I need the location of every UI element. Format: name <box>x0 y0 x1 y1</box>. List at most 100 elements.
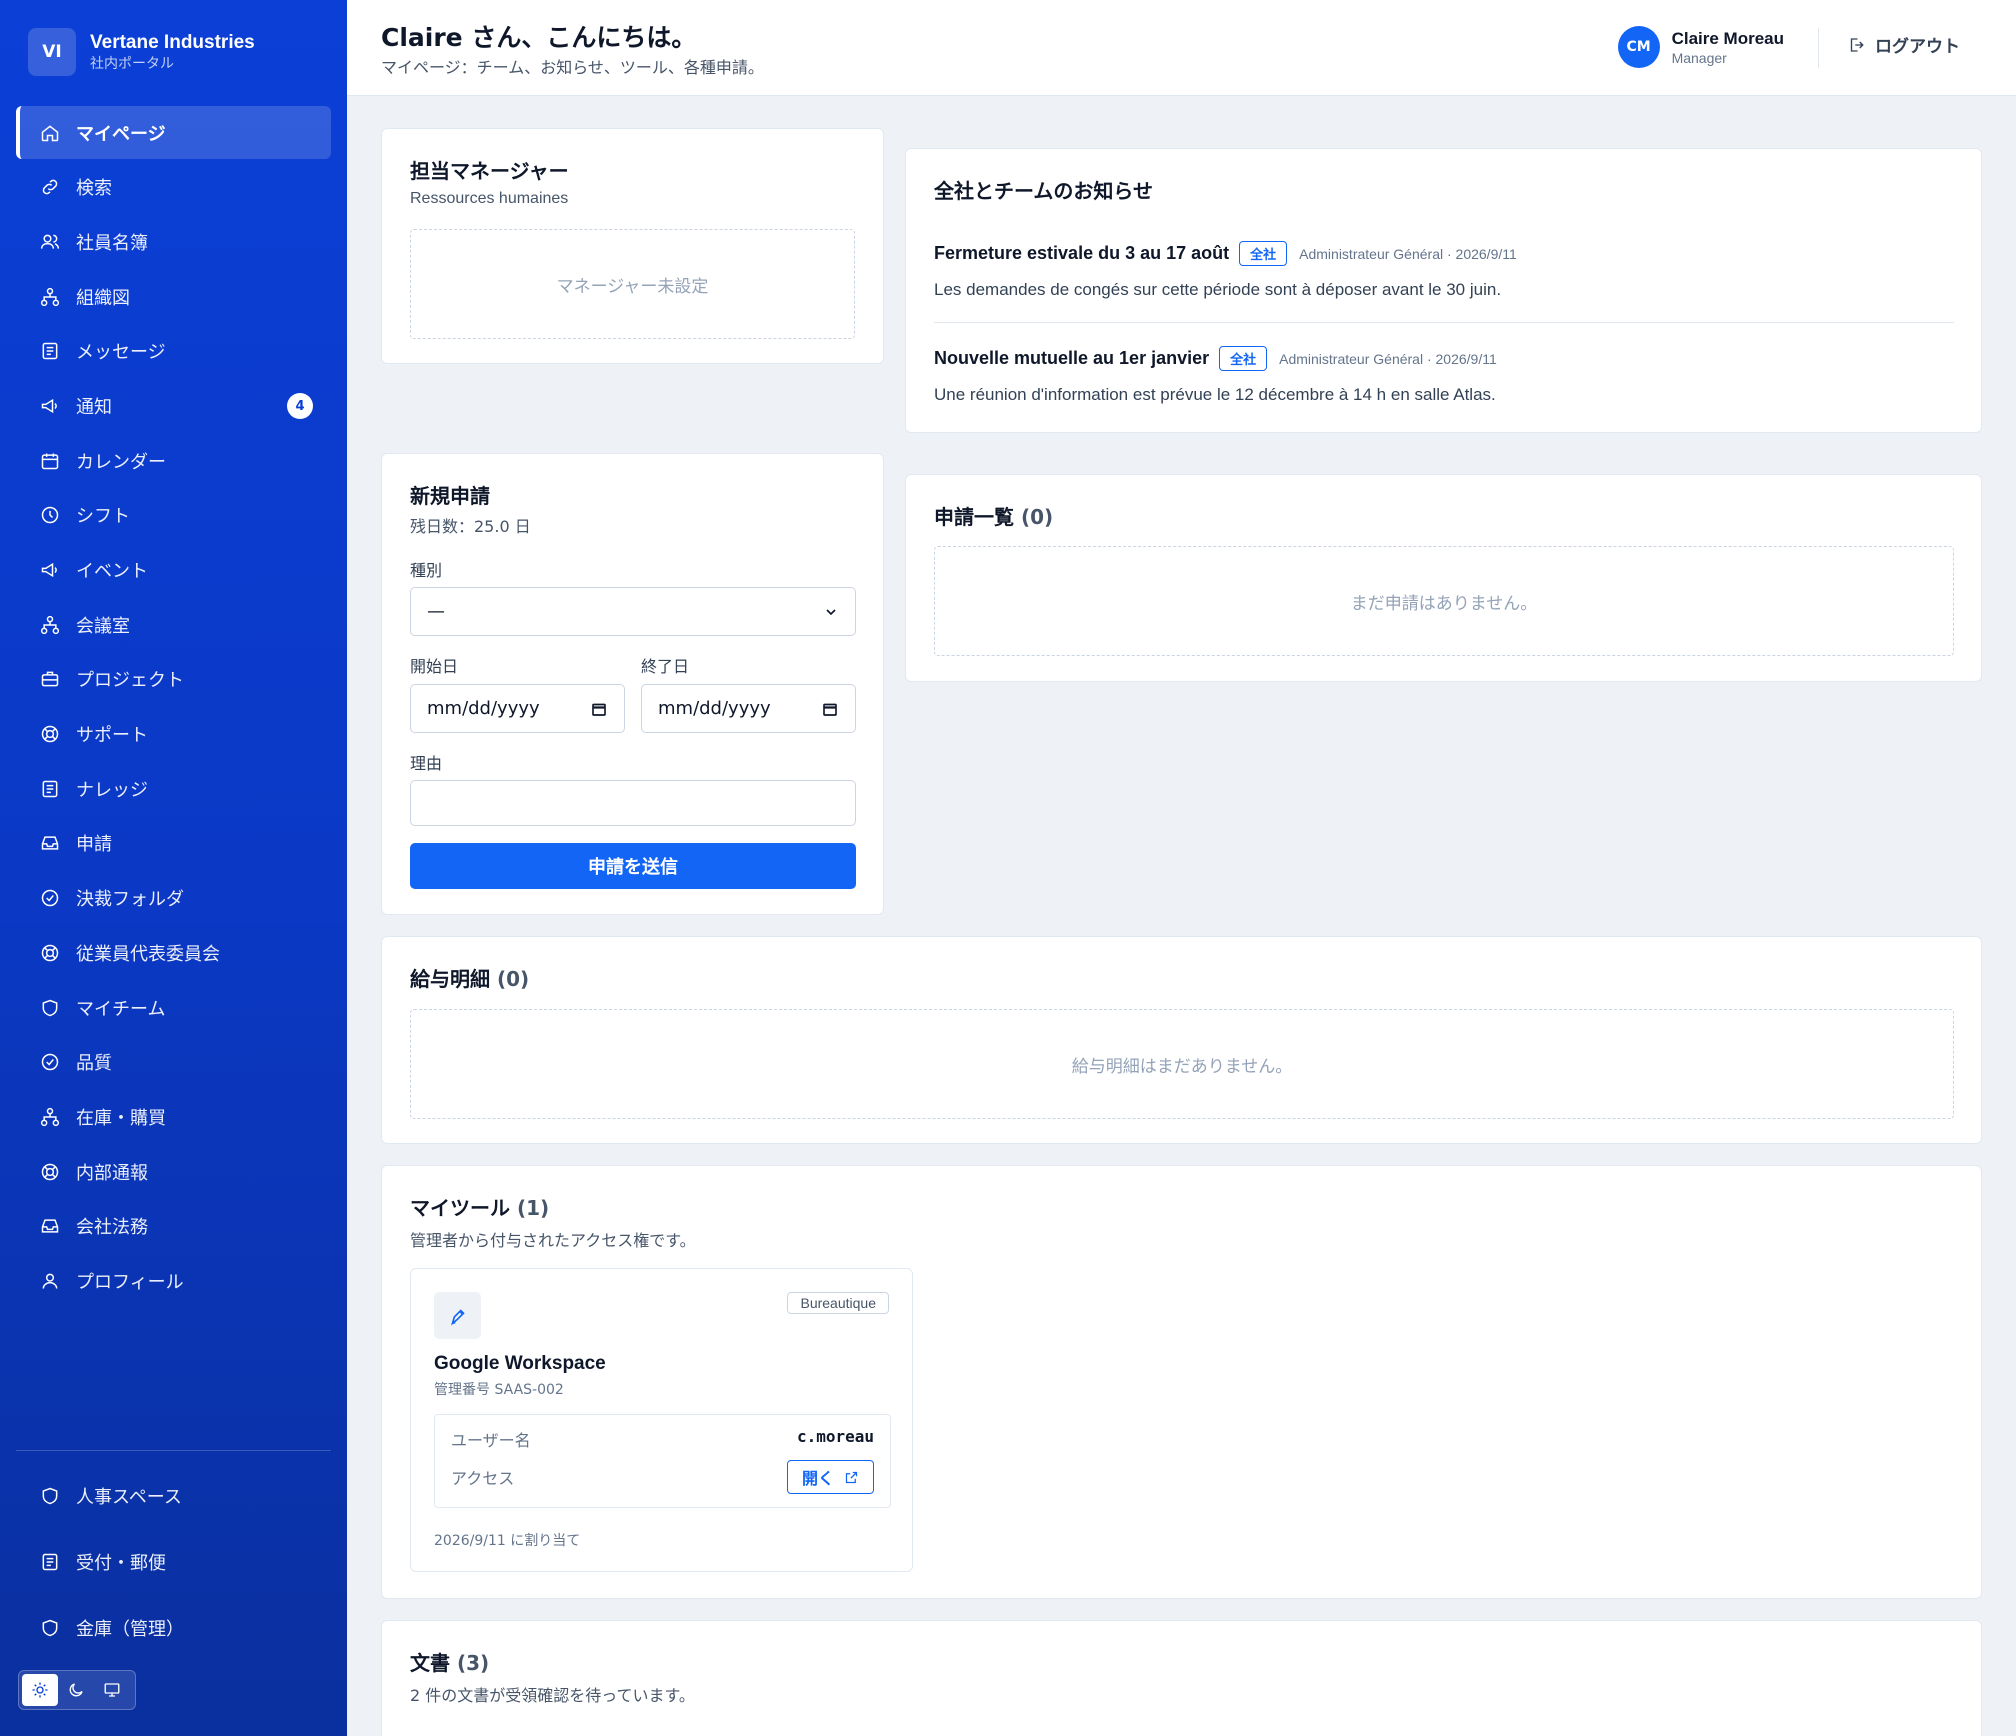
username-value[interactable]: c.moreau <box>797 1427 874 1446</box>
reason-label: 理由 <box>410 754 443 773</box>
sidebar-item-label: プロジェクト <box>76 670 184 692</box>
sidebar-item-support[interactable]: サポート <box>16 708 331 761</box>
sidebar-item-events[interactable]: イベント <box>16 544 331 597</box>
sidebar-item-label: 会議室 <box>76 615 130 637</box>
sidebar-item-approvals[interactable]: 決裁フォルダ <box>16 872 331 925</box>
sidebar-item-messages[interactable]: メッセージ <box>16 325 331 378</box>
sidebar-item-label: 従業員代表委員会 <box>76 943 220 965</box>
document-count: (3) <box>456 1651 490 1675</box>
sidebar-item-hr-space[interactable]: 人事スペース <box>16 1464 331 1528</box>
brand[interactable]: VI Vertane Industries 社内ポータル <box>28 28 255 76</box>
documents-title: 文書 (3) <box>410 1647 695 1676</box>
sidebar-item-quality[interactable]: 品質 <box>16 1036 331 1089</box>
sidebar-item-knowledge[interactable]: ナレッジ <box>16 762 331 815</box>
sidebar-item-label: マイページ <box>76 123 166 145</box>
lifebuoy-icon <box>40 724 60 744</box>
user-menu[interactable]: CM Claire Moreau Manager <box>1617 26 1784 68</box>
monitor-icon <box>104 1683 120 1697</box>
sidebar-item-vault[interactable]: 金庫（管理） <box>16 1596 331 1660</box>
sidebar-item-profile[interactable]: プロフィール <box>16 1254 331 1307</box>
notification-count-badge: 4 <box>287 393 313 420</box>
documents-subtitle: 2 件の文書が受領確認を待っています。 <box>410 1686 695 1705</box>
sidebar-item-whistleblowing[interactable]: 内部通報 <box>16 1145 331 1198</box>
manager-empty-state: マネージャー未設定 <box>410 229 855 339</box>
my-tools-card: マイツール (1) 管理者から付与されたアクセス権です。 Bureautique… <box>381 1165 1982 1599</box>
announcements-card: 全社とチームのお知らせ Fermeture estivale du 3 au 1… <box>905 148 1982 433</box>
sidebar-item-calendar[interactable]: カレンダー <box>16 434 331 487</box>
tool-logo <box>434 1292 481 1339</box>
sidebar-item-meeting-rooms[interactable]: 会議室 <box>16 598 331 651</box>
sidebar-item-label: 通知 <box>76 396 112 418</box>
announcement-meta: Administrateur Général · 2026/9/11 <box>1299 245 1517 262</box>
username-label: ユーザー名 <box>451 1431 531 1450</box>
logout-button[interactable]: ログアウト <box>1847 32 1960 57</box>
sidebar-item-requests[interactable]: 申請 <box>16 817 331 870</box>
sidebar-item-notifications[interactable]: 通知 4 <box>16 379 331 432</box>
sidebar-item-label: サポート <box>76 725 148 747</box>
org-chart-icon <box>40 287 60 307</box>
inbox-icon <box>40 833 60 853</box>
theme-light-button[interactable] <box>22 1674 58 1706</box>
brand-name: Vertane Industries <box>90 32 255 53</box>
link-icon <box>40 177 60 197</box>
end-date-input[interactable]: mm/dd/yyyy <box>641 684 856 733</box>
sidebar-item-mypage[interactable]: マイページ <box>16 106 331 159</box>
sidebar-item-search[interactable]: 検索 <box>16 161 331 214</box>
shield-icon <box>40 998 60 1018</box>
type-select[interactable]: — <box>410 587 856 636</box>
sidebar-item-label: 内部通報 <box>76 1162 148 1184</box>
calendar-icon <box>823 703 837 716</box>
sidebar-item-label: イベント <box>76 561 148 582</box>
sidebar-item-label: 申請 <box>76 834 112 856</box>
theme-dark-button[interactable] <box>58 1674 94 1706</box>
announcement-divider <box>934 322 1954 323</box>
theme-system-button[interactable] <box>94 1674 130 1706</box>
announcement-item[interactable]: Nouvelle mutuelle au 1er janvier 全社 Admi… <box>934 346 1954 405</box>
end-date-placeholder: mm/dd/yyyy <box>658 698 771 719</box>
sidebar-item-inventory[interactable]: 在庫・購買 <box>16 1090 331 1143</box>
sidebar-item-label: 会社法務 <box>76 1217 148 1239</box>
org-chart-icon <box>40 615 60 635</box>
logout-icon <box>1850 37 1864 52</box>
check-circle-icon <box>40 1052 60 1072</box>
my-tools-title: マイツール (1) <box>410 1192 696 1221</box>
sidebar-item-legal[interactable]: 会社法務 <box>16 1200 331 1253</box>
announcement-item[interactable]: Fermeture estivale du 3 au 17 août 全社 Ad… <box>934 241 1954 300</box>
sidebar-item-shifts[interactable]: シフト <box>16 489 331 542</box>
chevron-down-icon <box>826 608 836 615</box>
page-title: Claire さん、こんにちは。 <box>381 23 697 52</box>
sidebar-item-reception[interactable]: 受付・郵便 <box>16 1530 331 1594</box>
sidebar-item-my-team[interactable]: マイチーム <box>16 981 331 1034</box>
submit-request-button[interactable]: 申請を送信 <box>410 843 856 889</box>
brand-logo: VI <box>28 28 76 76</box>
top-header: Claire さん、こんにちは。 マイページ：チーム、お知らせ、ツール、各種申請… <box>347 0 2016 96</box>
reason-input[interactable] <box>410 780 856 826</box>
clock-icon <box>40 505 60 525</box>
sidebar-item-works-council[interactable]: 従業員代表委員会 <box>16 926 331 979</box>
tool-count: (1) <box>516 1196 550 1220</box>
sidebar-item-label: 検索 <box>76 178 112 200</box>
user-name: Claire Moreau <box>1671 29 1784 48</box>
sidebar: VI Vertane Industries 社内ポータル マイページ 検索 社員… <box>0 0 347 1736</box>
open-tool-button[interactable]: 開く <box>786 1460 874 1494</box>
start-date-input[interactable]: mm/dd/yyyy <box>410 684 625 733</box>
tool-category-badge: Bureautique <box>787 1292 889 1314</box>
sidebar-item-label: プロフィール <box>76 1271 184 1293</box>
megaphone-icon <box>40 396 60 416</box>
new-request-card: 新規申請 残日数：25.0 日 種別 — 開始日 mm/dd/yyyy 終了日 … <box>381 453 884 915</box>
org-chart-icon <box>40 1107 60 1127</box>
sidebar-item-org-chart[interactable]: 組織図 <box>16 270 331 323</box>
sidebar-item-directory[interactable]: 社員名簿 <box>16 215 331 268</box>
sidebar-item-label: シフト <box>76 506 130 528</box>
sidebar-item-label: 金庫（管理） <box>76 1619 184 1640</box>
sidebar-nav-admin: 人事スペース 受付・郵便 金庫（管理） <box>16 1464 331 1662</box>
avatar: CM <box>1617 26 1660 68</box>
header-divider <box>1818 28 1819 68</box>
calendar-icon <box>592 703 606 716</box>
sidebar-item-projects[interactable]: プロジェクト <box>16 653 331 706</box>
manager-department: Ressources humaines <box>410 190 569 207</box>
sidebar-item-label: 決裁フォルダ <box>76 889 184 911</box>
announcements-title: 全社とチームのお知らせ <box>934 179 1153 203</box>
user-role: Manager <box>1671 50 1727 66</box>
leave-balance: 残日数：25.0 日 <box>410 517 531 536</box>
